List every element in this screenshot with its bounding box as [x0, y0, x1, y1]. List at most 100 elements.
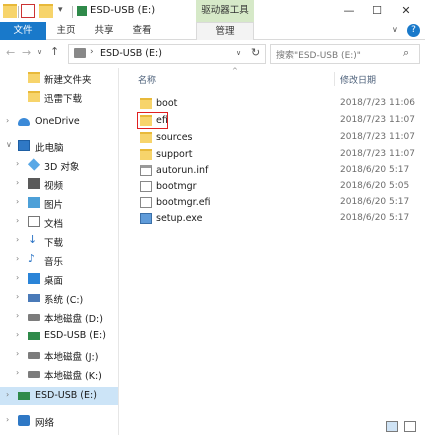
- chevron-right-icon[interactable]: ›: [16, 349, 19, 358]
- tab-view[interactable]: 查看: [124, 22, 160, 40]
- tab-share[interactable]: 共享: [86, 22, 122, 40]
- large-icons-view-button[interactable]: [404, 421, 416, 432]
- chevron-right-icon[interactable]: ›: [16, 254, 19, 263]
- chevron-right-icon[interactable]: ›: [6, 116, 9, 125]
- file-row[interactable]: autorun.inf 2018/6/20 5:17: [138, 163, 425, 179]
- minimize-button[interactable]: —: [336, 0, 362, 22]
- folder-icon: [28, 72, 40, 83]
- sidebar-item-label: 下载: [44, 238, 64, 249]
- sidebar-item-this-pc[interactable]: ∨ 此电脑: [0, 137, 118, 155]
- chevron-right-icon[interactable]: ›: [16, 292, 19, 301]
- sidebar-item-label: 新建文件夹: [44, 75, 92, 86]
- sidebar-item-label: 图片: [44, 200, 64, 211]
- properties-icon[interactable]: [21, 4, 35, 18]
- up-button[interactable]: ↑: [50, 45, 59, 58]
- system-drive-icon: [28, 294, 40, 302]
- chevron-right-icon[interactable]: ›: [16, 159, 19, 168]
- quick-access-dropdown-icon[interactable]: ▾: [58, 5, 63, 15]
- close-button[interactable]: ✕: [393, 0, 419, 22]
- status-bar: [119, 420, 425, 435]
- chevron-right-icon[interactable]: ›: [16, 273, 19, 282]
- address-dropdown-icon[interactable]: ∨: [236, 49, 241, 57]
- sidebar-item-label: 桌面: [44, 276, 64, 287]
- help-icon[interactable]: ?: [407, 24, 420, 37]
- file-date: 2018/6/20 5:17: [340, 165, 410, 175]
- breadcrumb-chevron-icon[interactable]: ›: [90, 47, 94, 57]
- file-row[interactable]: bootmgr.efi 2018/6/20 5:17: [138, 195, 425, 211]
- file-date: 2018/7/23 11:07: [340, 115, 415, 125]
- exe-icon: [140, 213, 152, 224]
- usb-drive-icon: [18, 392, 30, 400]
- sidebar-item-esd-usb[interactable]: › ESD-USB (E:): [0, 327, 118, 345]
- sidebar-item-label: 此电脑: [35, 143, 64, 154]
- chevron-right-icon[interactable]: ›: [16, 216, 19, 225]
- sidebar-item-label: OneDrive: [35, 116, 80, 127]
- tab-home[interactable]: 主页: [48, 22, 84, 40]
- recent-locations-button[interactable]: ∨: [37, 48, 42, 56]
- sidebar-item-xunlei[interactable]: 迅雷下载: [0, 88, 118, 106]
- chevron-right-icon[interactable]: ›: [16, 311, 19, 320]
- sidebar-item-onedrive[interactable]: › OneDrive: [0, 113, 118, 131]
- new-folder-icon[interactable]: [39, 4, 53, 18]
- 3d-objects-icon: [27, 158, 41, 171]
- sidebar-item-label: ESD-USB (E:): [44, 330, 106, 341]
- sidebar-item-videos[interactable]: › 视频: [0, 175, 118, 193]
- sidebar-item-local-j[interactable]: › 本地磁盘 (J:): [0, 346, 118, 364]
- chevron-right-icon[interactable]: ›: [6, 390, 9, 399]
- window-title: ESD-USB (E:): [90, 5, 156, 16]
- chevron-right-icon[interactable]: ›: [16, 330, 19, 339]
- back-button[interactable]: ←: [6, 46, 15, 59]
- folder-icon: [140, 98, 152, 109]
- usb-drive-icon: [77, 6, 87, 16]
- sidebar-item-network[interactable]: › 网络: [0, 412, 118, 430]
- sidebar-item-desktop[interactable]: › 桌面: [0, 270, 118, 288]
- pane-divider[interactable]: [118, 68, 119, 435]
- column-separator[interactable]: [334, 72, 335, 86]
- refresh-button[interactable]: ↻: [251, 46, 260, 59]
- inf-file-icon: [140, 165, 152, 176]
- sidebar-item-documents[interactable]: › 文档: [0, 213, 118, 231]
- chevron-right-icon[interactable]: ›: [16, 197, 19, 206]
- sidebar-item-esd-usb-selected[interactable]: › ESD-USB (E:): [0, 387, 118, 405]
- sidebar-item-label: 本地磁盘 (K:): [44, 371, 102, 382]
- drive-icon: [74, 48, 86, 58]
- tab-file[interactable]: 文件: [0, 22, 46, 40]
- maximize-button[interactable]: ☐: [364, 0, 390, 22]
- sidebar-item-label: 本地磁盘 (D:): [44, 314, 103, 325]
- file-icon: [140, 181, 152, 192]
- breadcrumb-path[interactable]: ESD-USB (E:): [100, 48, 162, 59]
- file-name: setup.exe: [156, 213, 203, 224]
- chevron-right-icon[interactable]: ›: [6, 415, 9, 424]
- chevron-down-icon[interactable]: ∨: [6, 140, 12, 149]
- chevron-right-icon[interactable]: ›: [16, 235, 19, 244]
- file-date: 2018/7/23 11:06: [340, 98, 415, 108]
- file-date: 2018/6/20 5:17: [340, 197, 410, 207]
- file-row[interactable]: boot 2018/7/23 11:06: [138, 96, 425, 112]
- network-icon: [18, 415, 30, 426]
- chevron-right-icon[interactable]: ›: [16, 368, 19, 377]
- chevron-right-icon[interactable]: ›: [16, 178, 19, 187]
- file-name: bootmgr.efi: [156, 197, 211, 208]
- sidebar-item-downloads[interactable]: › ↓ 下载: [0, 232, 118, 250]
- file-row[interactable]: bootmgr 2018/6/20 5:05: [138, 179, 425, 195]
- forward-button[interactable]: →: [22, 46, 31, 59]
- file-row[interactable]: sources 2018/7/23 11:07: [138, 130, 425, 146]
- sidebar-item-pictures[interactable]: › 图片: [0, 194, 118, 212]
- sidebar-item-3d-objects[interactable]: › 3D 对象: [0, 156, 118, 174]
- sidebar-item-new-folder[interactable]: 新建文件夹: [0, 69, 118, 87]
- sidebar-item-system-c[interactable]: › 系统 (C:): [0, 289, 118, 307]
- sidebar-item-local-d[interactable]: › 本地磁盘 (D:): [0, 308, 118, 326]
- sidebar-item-label: ESD-USB (E:): [35, 390, 97, 401]
- file-row[interactable]: setup.exe 2018/6/20 5:17: [138, 211, 425, 227]
- chevron-down-icon[interactable]: ∨: [392, 25, 398, 34]
- folder-icon: [3, 4, 17, 18]
- sidebar-item-music[interactable]: › ♪ 音乐: [0, 251, 118, 269]
- sidebar-item-local-k[interactable]: › 本地磁盘 (K:): [0, 365, 118, 383]
- search-icon[interactable]: ⌕: [403, 46, 409, 60]
- details-view-button[interactable]: [386, 421, 398, 432]
- column-header-name[interactable]: 名称: [138, 73, 156, 86]
- column-header-date[interactable]: 修改日期: [340, 73, 376, 86]
- file-row[interactable]: support 2018/7/23 11:07: [138, 147, 425, 163]
- file-row[interactable]: efi 2018/7/23 11:07: [138, 113, 425, 129]
- tab-manage[interactable]: 管理: [196, 22, 254, 40]
